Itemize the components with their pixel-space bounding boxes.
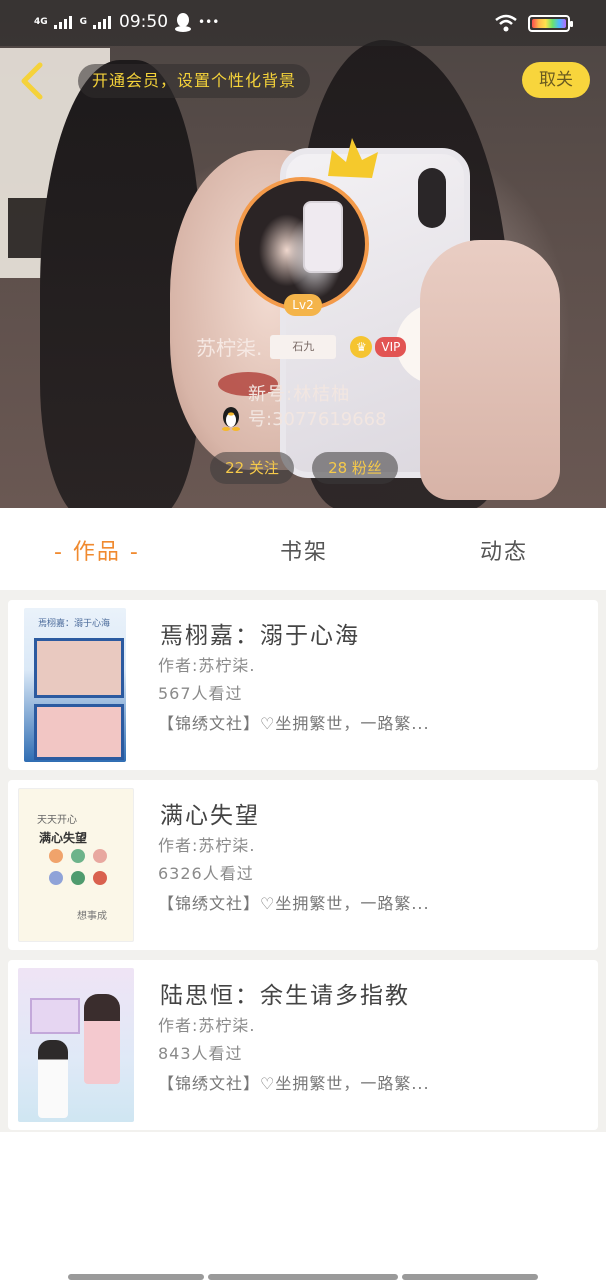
book-desc: 【锦绣文社】♡坐拥繁世，一路繁... xyxy=(158,1074,430,1093)
book-views: 843人看过 xyxy=(158,1044,243,1063)
list-item[interactable]: 天天开心 满心失望 想事成 满心失望 作者:苏柠柒. 6326人看过 【锦绣文社… xyxy=(8,780,598,950)
empty-area xyxy=(0,1132,606,1280)
fans-count[interactable]: 28 粉丝 xyxy=(312,452,398,484)
signal-icon-2 xyxy=(93,15,113,29)
tab-bookshelf[interactable]: 书架 xyxy=(280,534,328,566)
nav-indicator xyxy=(208,1274,398,1280)
vip-badge[interactable]: ♛ VIP xyxy=(350,335,407,358)
tab-moments[interactable]: 动态 xyxy=(480,534,528,566)
cover-title: 满心失望 xyxy=(39,831,88,845)
nav-indicator xyxy=(402,1274,538,1280)
qq-row: 号:3077619668 xyxy=(220,405,387,431)
vip-label: VIP xyxy=(375,336,407,357)
tab-works[interactable]: - 作品 - xyxy=(54,534,140,566)
signal-icon xyxy=(53,15,74,29)
book-cover: 天天开心 满心失望 想事成 xyxy=(18,788,134,942)
unfollow-button[interactable]: 取关 xyxy=(522,62,590,98)
background-hand xyxy=(420,240,560,500)
battery-icon xyxy=(528,14,573,32)
cover-text: 天天开心 xyxy=(37,815,77,826)
profile-header: 4G G 09:50 ••• 开通会员，设置个性化背景 取关 Lv2 苏柠柒. … xyxy=(0,0,606,508)
more-notifications: ••• xyxy=(198,15,220,29)
book-author: 作者:苏柠柒. xyxy=(158,836,256,855)
book-author: 作者:苏柠柒. xyxy=(158,656,256,675)
vip-banner[interactable]: 开通会员，设置个性化背景 xyxy=(78,64,311,98)
network-label-2: G xyxy=(79,16,88,27)
book-views: 6326人看过 xyxy=(158,864,254,883)
book-cover xyxy=(18,968,134,1122)
book-title: 焉栩嘉：溺于心海 xyxy=(160,623,360,649)
book-title: 陆思恒：余生请多指教 xyxy=(160,983,410,1009)
cover-sign: 想事成 xyxy=(77,911,107,922)
book-title: 满心失望 xyxy=(160,803,260,829)
name-row: 苏柠柒. 石九 ♛ VIP xyxy=(196,332,407,361)
back-icon[interactable] xyxy=(18,62,44,100)
list-item[interactable]: 焉栩嘉：溺于心海 焉栩嘉：溺于心海 作者:苏柠柒. 567人看过 【锦绣文社】♡… xyxy=(8,600,598,770)
book-views: 567人看过 xyxy=(158,684,243,703)
status-bar: 4G G 09:50 ••• xyxy=(0,0,606,46)
wifi-icon xyxy=(495,14,517,32)
qq-notification-icon xyxy=(175,13,192,32)
book-author: 作者:苏柠柒. xyxy=(158,1016,256,1035)
penguin-icon xyxy=(222,407,240,431)
qq-number: 号:3077619668 xyxy=(248,409,387,430)
username: 苏柠柒. xyxy=(196,336,263,360)
book-desc: 【锦绣文社】♡坐拥繁世，一路繁... xyxy=(158,714,430,733)
profile-tabs: - 作品 - 书架 动态 xyxy=(0,508,606,590)
vip-crown-icon: ♛ xyxy=(350,335,373,358)
level-badge: Lv2 xyxy=(284,294,322,316)
following-count[interactable]: 22 关注 xyxy=(210,452,294,484)
list-item[interactable]: 陆思恒：余生请多指教 作者:苏柠柒. 843人看过 【锦绣文社】♡坐拥繁世，一路… xyxy=(8,960,598,1130)
book-cover: 焉栩嘉：溺于心海 xyxy=(24,608,126,762)
clock: 09:50 xyxy=(119,12,169,32)
avatar[interactable] xyxy=(235,177,369,311)
network-label: 4G xyxy=(34,16,48,27)
cover-text: 焉栩嘉：溺于心海 xyxy=(38,619,111,629)
book-desc: 【锦绣文社】♡坐拥繁世，一路繁... xyxy=(158,894,430,913)
name-tag: 石九 xyxy=(270,334,337,359)
new-id: 新号:林桔柚 xyxy=(248,384,351,405)
nav-indicator xyxy=(68,1274,204,1280)
